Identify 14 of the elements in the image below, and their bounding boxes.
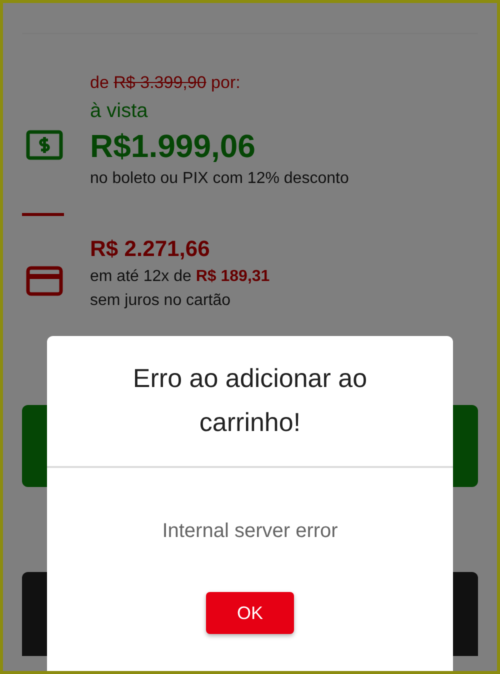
price-suffix: por: — [211, 73, 240, 92]
payment-label: à vista — [90, 98, 149, 124]
dialog-title: Erro ao adicionar ao carrinho! — [132, 362, 368, 439]
installments-text: em até 12x de R$ 189,31 — [90, 267, 271, 288]
error-message: Internal server error — [161, 519, 339, 544]
card-note: sem juros no cartão — [90, 291, 232, 312]
ok-button[interactable]: OK — [206, 592, 294, 634]
cash-price: R$1.999,06 — [90, 126, 256, 166]
payment-note: no boleto ou PIX com 12% desconto — [90, 169, 350, 190]
cash-icon — [26, 130, 63, 160]
credit-card-icon — [26, 266, 63, 296]
card-price: R$ 2.271,66 — [90, 235, 211, 264]
price-prefix: de — [90, 73, 109, 92]
old-price: R$ 3.399,90 — [114, 73, 206, 92]
